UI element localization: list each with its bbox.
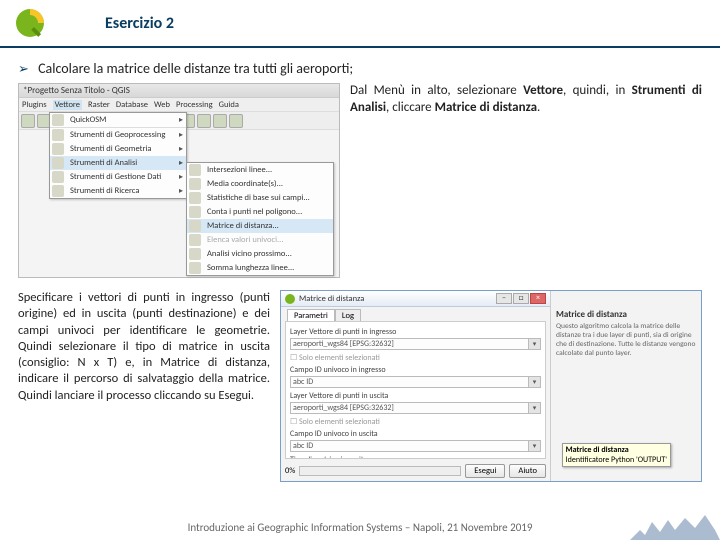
input-campo-id-uscita[interactable]: abc ID▾ <box>290 440 541 452</box>
help-button[interactable]: Aiuto <box>509 464 546 478</box>
menu-item-matrice-distanza[interactable]: Matrice di distanza... <box>187 219 333 233</box>
menu-icon <box>189 206 201 218</box>
toolbar-icon <box>197 114 211 128</box>
qgis-window-title: *Progetto Senza Titolo - QGIS <box>19 84 339 98</box>
menu-item[interactable]: Somma lunghezza linee... <box>187 261 333 275</box>
toolbar-icon <box>229 114 243 128</box>
menu-icon <box>189 220 201 232</box>
dropdown-icon[interactable]: ▾ <box>528 339 540 349</box>
menu-icon <box>52 185 64 197</box>
qgis-logo-icon <box>10 3 50 43</box>
menu-icon <box>189 234 201 246</box>
checkbox-solo-selezionati-2[interactable]: ☐ Solo elementi selezionati <box>290 417 541 427</box>
menu-item[interactable]: Strumenti di Gestione Dati▸ <box>50 170 186 184</box>
menu-icon <box>52 171 64 183</box>
slide-footer: Introduzione ai Geographic Information S… <box>0 521 720 534</box>
menu-icon <box>189 178 201 190</box>
menu-icon <box>189 262 201 274</box>
dialog-help-text: Questo algoritmo calcola la matrice dell… <box>556 322 696 358</box>
menu-icon <box>52 157 64 169</box>
output-tooltip: Matrice di distanza Identificatore Pytho… <box>562 443 671 467</box>
menu-icon <box>52 129 64 141</box>
menu-item[interactable]: Intersezioni linee... <box>187 163 333 177</box>
dialog-titlebar: Matrice di distanza – □ × <box>281 291 550 307</box>
instruction-text-1: Dal Menù in alto, selezionare Vettore, q… <box>350 83 702 278</box>
menu-icon <box>189 248 201 260</box>
menu-item[interactable]: Strumenti di Geoprocessing▸ <box>50 127 186 142</box>
menu-icon <box>52 143 64 155</box>
slide-title: Esercizio 2 <box>105 14 174 33</box>
field-label: Campo ID univoco in uscita <box>290 429 541 439</box>
qgis-menu-screenshot: *Progetto Senza Titolo - QGIS Plugins Ve… <box>18 83 340 278</box>
menu-item[interactable]: Strumenti di Ricerca▸ <box>50 184 186 198</box>
field-label: Layer Vettore di punti in ingresso <box>290 327 541 337</box>
menu-icon <box>189 164 201 176</box>
input-layer-uscita[interactable]: aeroporti_wgs84 [EPSG:32632]▾ <box>290 402 541 414</box>
instruction-text-2: Specificare i vettori di punti in ingres… <box>18 290 270 482</box>
maximize-icon[interactable]: □ <box>513 293 529 304</box>
field-label: Layer Vettore di punti in uscita <box>290 391 541 401</box>
matrice-distanza-dialog: Matrice di distanza – □ × Parametri Log … <box>280 290 702 482</box>
minimize-icon[interactable]: – <box>496 293 512 304</box>
field-label: Campo ID univoco in ingresso <box>290 365 541 375</box>
checkbox-solo-selezionati[interactable]: ☐ Solo elementi selezionati <box>290 353 541 363</box>
menu-item[interactable]: Media coordinate(s)... <box>187 177 333 191</box>
castle-silhouette-icon <box>630 500 720 540</box>
menu-item[interactable]: Statistiche di base sui campi... <box>187 191 333 205</box>
dropdown-icon[interactable]: ▾ <box>528 377 540 387</box>
qgis-menubar: Plugins Vettore Raster Database Web Proc… <box>19 98 339 112</box>
input-campo-id-ingresso[interactable]: abc ID▾ <box>290 376 541 388</box>
menubar-vettore[interactable]: Vettore <box>53 100 82 110</box>
menu-item[interactable]: Strumenti di Geometria▸ <box>50 142 186 156</box>
bullet-icon: ➢ <box>18 62 29 77</box>
toolbar-icon <box>21 114 35 128</box>
slide-header: Esercizio 2 <box>0 0 720 48</box>
field-label: Tipo di matrice in uscita <box>290 455 541 459</box>
menu-item[interactable]: Conta i punti nel poligono... <box>187 205 333 219</box>
exercise-bullet: ➢ Calcolare la matrice delle distanze tr… <box>18 60 702 77</box>
progress-bar <box>299 466 461 476</box>
qgis-small-icon <box>285 294 295 304</box>
vettore-submenu: QuickOSM▸ Strumenti di Geoprocessing▸ St… <box>49 112 187 199</box>
menu-icon <box>189 192 201 204</box>
analisi-submenu: Intersezioni linee... Media coordinate(s… <box>186 162 334 276</box>
dropdown-icon[interactable]: ▾ <box>528 441 540 451</box>
menu-item[interactable]: Analisi vicino prossimo... <box>187 247 333 261</box>
dropdown-icon[interactable]: ▾ <box>528 403 540 413</box>
progress-percent: 0% <box>285 466 295 476</box>
input-layer-ingresso[interactable]: aeroporti_wgs84 [EPSG:32632]▾ <box>290 338 541 350</box>
menu-icon <box>52 114 64 126</box>
menu-item-strumenti-analisi[interactable]: Strumenti di Analisi▸ <box>50 156 186 170</box>
toolbar-icon <box>213 114 227 128</box>
dialog-help-title: Matrice di distanza <box>556 309 696 320</box>
close-icon[interactable]: × <box>530 293 546 304</box>
run-button[interactable]: Esegui <box>465 464 505 478</box>
menu-item[interactable]: Elenca valori univoci... <box>187 233 333 247</box>
menu-item[interactable]: QuickOSM▸ <box>50 113 186 127</box>
